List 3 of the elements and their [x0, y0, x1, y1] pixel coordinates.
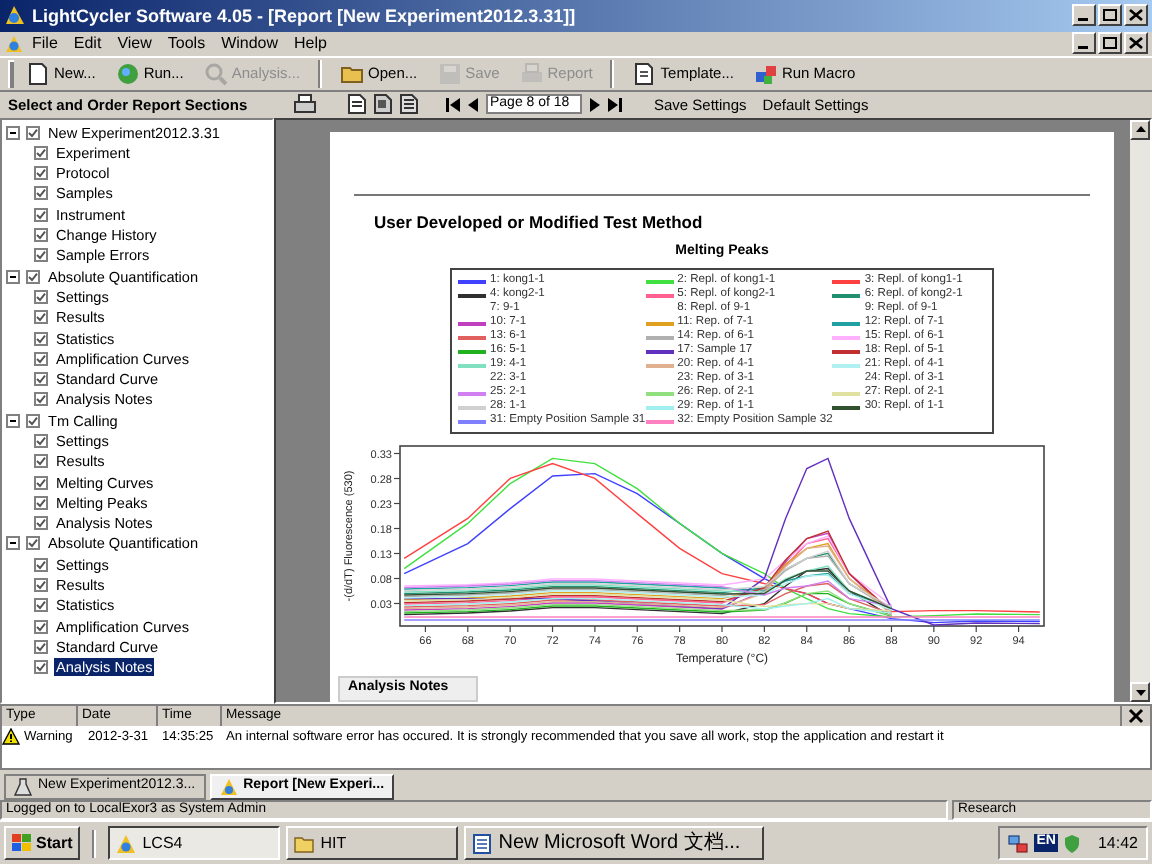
clock: 14:42: [1097, 833, 1138, 853]
report-heading: User Developed or Modified Test Method: [374, 211, 705, 233]
window-title: LightCycler Software 4.05 - [Report [New Experiment2012.3.31]]: [32, 5, 576, 27]
